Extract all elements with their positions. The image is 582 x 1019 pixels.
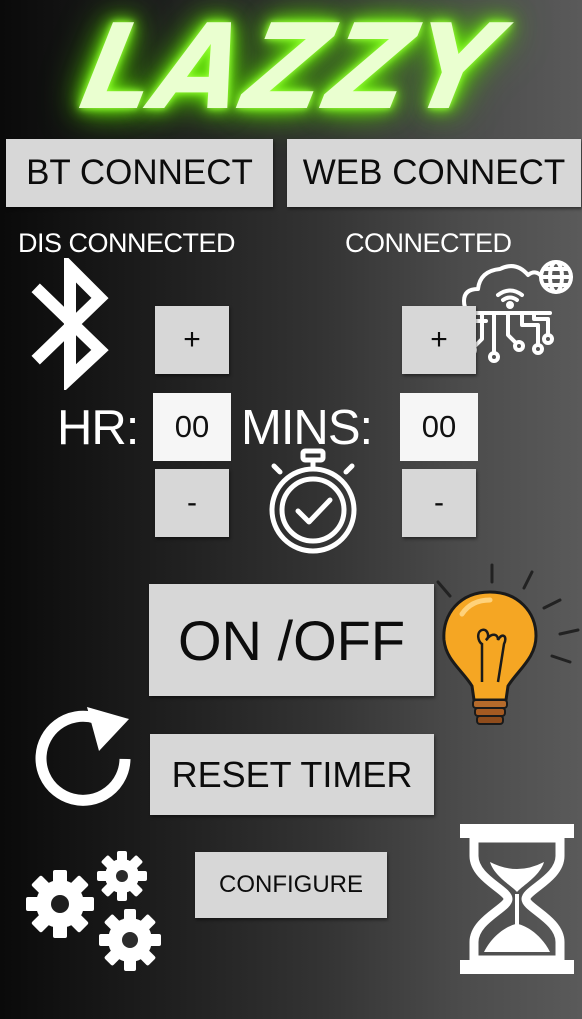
hours-decrement-button[interactable]: -: [155, 469, 229, 537]
hours-label: HR:: [57, 401, 139, 455]
web-connect-button[interactable]: WEB CONNECT: [287, 139, 581, 207]
app-logo: LAZZY: [0, 0, 582, 136]
gears-icon: [24, 848, 170, 974]
cloud-network-icon: [458, 255, 580, 367]
bt-status-label: DIS CONNECTED: [18, 228, 236, 258]
refresh-icon: [25, 693, 147, 815]
stopwatch-icon: [260, 448, 366, 556]
hours-field[interactable]: 00: [153, 393, 231, 461]
bluetooth-icon: [26, 258, 118, 390]
hours-increment-button[interactable]: +: [155, 306, 229, 374]
minutes-field[interactable]: 00: [400, 393, 478, 461]
reset-timer-button[interactable]: RESET TIMER: [150, 734, 434, 815]
bt-connect-button[interactable]: BT CONNECT: [6, 139, 273, 207]
app-logo-text: LAZZY: [70, 0, 512, 136]
minutes-increment-button[interactable]: +: [402, 306, 476, 374]
configure-button[interactable]: CONFIGURE: [195, 852, 387, 918]
hourglass-icon: [456, 820, 578, 978]
power-toggle-button[interactable]: ON /OFF: [149, 584, 434, 696]
lightbulb-icon: [432, 562, 582, 732]
minutes-decrement-button[interactable]: -: [402, 469, 476, 537]
